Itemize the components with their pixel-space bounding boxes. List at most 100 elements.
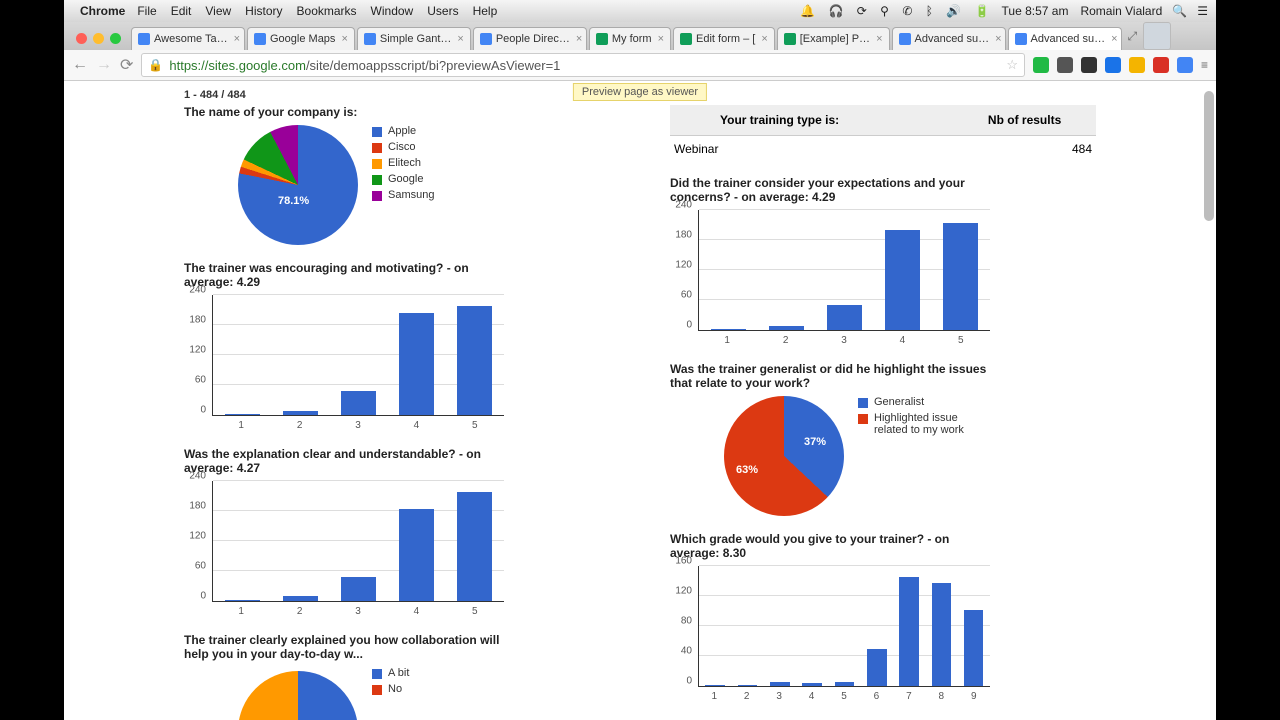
- chart-bar: [283, 596, 318, 601]
- menu-bookmarks[interactable]: Bookmarks: [297, 4, 357, 18]
- pie-chart: [238, 671, 358, 720]
- window-minimize-icon[interactable]: [93, 33, 104, 44]
- sync-icon[interactable]: ⟳: [857, 4, 867, 18]
- tab-6[interactable]: [Example] P… ×: [777, 27, 890, 50]
- tab-1[interactable]: Google Maps×: [247, 27, 355, 50]
- favicon-icon: [899, 33, 911, 45]
- tab-8[interactable]: Advanced su…×: [1008, 27, 1122, 50]
- x-tick-label: 2: [270, 602, 328, 617]
- favicon-icon: [680, 33, 692, 45]
- extension-icon[interactable]: [1153, 57, 1169, 73]
- forward-button[interactable]: →: [96, 56, 112, 74]
- x-tick-label: 3: [329, 416, 387, 431]
- chart-bar: [711, 329, 746, 330]
- tab-close-icon[interactable]: ×: [995, 33, 1001, 45]
- address-bar[interactable]: 🔒 https://sites.google.com/site/demoapps…: [141, 53, 1025, 77]
- tab-close-icon[interactable]: ×: [1111, 33, 1117, 45]
- bell-icon[interactable]: 🔔: [800, 4, 815, 18]
- bluetooth-icon[interactable]: ᛒ: [926, 4, 933, 18]
- x-tick-label: 4: [873, 331, 931, 346]
- tab-7[interactable]: Advanced su…×: [892, 27, 1006, 50]
- x-tick-label: 8: [925, 687, 957, 702]
- chart-bar: [399, 313, 434, 416]
- legend-item: Google: [388, 173, 423, 185]
- extension-icon[interactable]: [1177, 57, 1193, 73]
- spotlight-icon[interactable]: 🔍: [1172, 4, 1187, 18]
- chart-bar: [341, 391, 376, 415]
- chart-bar: [769, 326, 804, 330]
- x-tick-label: 3: [763, 687, 795, 702]
- window-zoom-icon[interactable]: [110, 33, 121, 44]
- x-tick-label: 4: [795, 687, 827, 702]
- tab-4[interactable]: My form×: [589, 27, 671, 50]
- url-host: https://sites.google.com: [169, 58, 306, 73]
- menu-history[interactable]: History: [245, 4, 282, 18]
- chart-title: Was the explanation clear and understand…: [184, 447, 504, 475]
- menubar-user[interactable]: Romain Vialard: [1080, 4, 1162, 18]
- tab-close-icon[interactable]: ×: [457, 33, 463, 45]
- wifi-icon[interactable]: ⚲: [880, 4, 889, 18]
- x-tick-label: 2: [730, 687, 762, 702]
- page-content: 1 - 484 / 484 Preview page as viewer The…: [64, 81, 1216, 720]
- bookmark-star-icon[interactable]: ☆: [1006, 57, 1018, 73]
- tab-5[interactable]: Edit form – [×: [673, 27, 775, 50]
- favicon-icon: [364, 33, 376, 45]
- menubar-status-icons: 🔔 🎧 ⟳ ⚲ ✆ ᛒ 🔊 🔋: [790, 4, 989, 18]
- profile-avatar[interactable]: [1143, 22, 1171, 50]
- chart-grade-bar: Which grade would you give to your train…: [670, 532, 1096, 702]
- volume-icon[interactable]: 🔊: [946, 4, 961, 18]
- chart-bar: [399, 509, 434, 602]
- battery-icon[interactable]: 🔋: [975, 4, 990, 18]
- x-tick-label: 5: [828, 687, 860, 702]
- tab-close-icon[interactable]: ×: [234, 33, 240, 45]
- pie-slice-label: 37%: [804, 436, 826, 448]
- notification-center-icon[interactable]: ☰: [1197, 4, 1208, 18]
- chart-bar: [457, 492, 492, 601]
- extension-icon[interactable]: [1105, 57, 1121, 73]
- menu-edit[interactable]: Edit: [171, 4, 192, 18]
- favicon-icon: [784, 33, 796, 45]
- reload-button[interactable]: ⟳: [120, 55, 133, 75]
- x-tick-label: 1: [212, 416, 270, 431]
- menu-view[interactable]: View: [205, 4, 231, 18]
- menu-file[interactable]: File: [137, 4, 156, 18]
- menubar-clock[interactable]: Tue 8:57 am: [1002, 4, 1069, 18]
- chart-bar: [770, 682, 789, 686]
- headphones-icon[interactable]: 🎧: [828, 4, 843, 18]
- phone-icon[interactable]: ✆: [902, 4, 912, 18]
- chart-collaboration-pie: The trainer clearly explained you how co…: [184, 633, 610, 720]
- tab-close-icon[interactable]: ×: [761, 33, 767, 45]
- x-tick-label: 1: [698, 331, 756, 346]
- legend-item: Generalist: [874, 396, 924, 408]
- tab-close-icon[interactable]: ×: [576, 33, 582, 45]
- extension-icon[interactable]: [1057, 57, 1073, 73]
- menu-help[interactable]: Help: [473, 4, 498, 18]
- tab-close-icon[interactable]: ×: [876, 33, 882, 45]
- extension-icon[interactable]: [1129, 57, 1145, 73]
- chart-title: The trainer clearly explained you how co…: [184, 633, 504, 661]
- extension-icon[interactable]: [1033, 57, 1049, 73]
- x-tick-label: 5: [932, 331, 990, 346]
- x-tick-label: 5: [446, 602, 504, 617]
- extension-icon[interactable]: [1081, 57, 1097, 73]
- back-button[interactable]: ←: [72, 56, 88, 74]
- chrome-menu-icon[interactable]: ≡: [1201, 58, 1208, 72]
- window-close-icon[interactable]: [76, 33, 87, 44]
- chart-company-pie: The name of your company is: 78.1% Apple…: [184, 105, 610, 245]
- x-tick-label: 6: [860, 687, 892, 702]
- tab-2[interactable]: Simple Gant…×: [357, 27, 471, 50]
- app-name[interactable]: Chrome: [80, 4, 125, 18]
- tab-0[interactable]: Awesome Ta…×: [131, 27, 245, 50]
- chart-title: Did the trainer consider your expectatio…: [670, 176, 990, 204]
- menu-users[interactable]: Users: [427, 4, 458, 18]
- tab-close-icon[interactable]: ×: [658, 33, 664, 45]
- table-header: Nb of results: [953, 105, 1096, 136]
- expand-icon[interactable]: ⤢: [1128, 29, 1138, 44]
- tab-3[interactable]: People Direc…×: [473, 27, 587, 50]
- x-tick-label: 7: [893, 687, 925, 702]
- chart-bar: [867, 649, 886, 686]
- menu-window[interactable]: Window: [371, 4, 414, 18]
- tab-close-icon[interactable]: ×: [341, 33, 347, 45]
- tab-label: [Example] P…: [800, 33, 870, 45]
- legend-item: Highlighted issue related to my work: [874, 412, 988, 436]
